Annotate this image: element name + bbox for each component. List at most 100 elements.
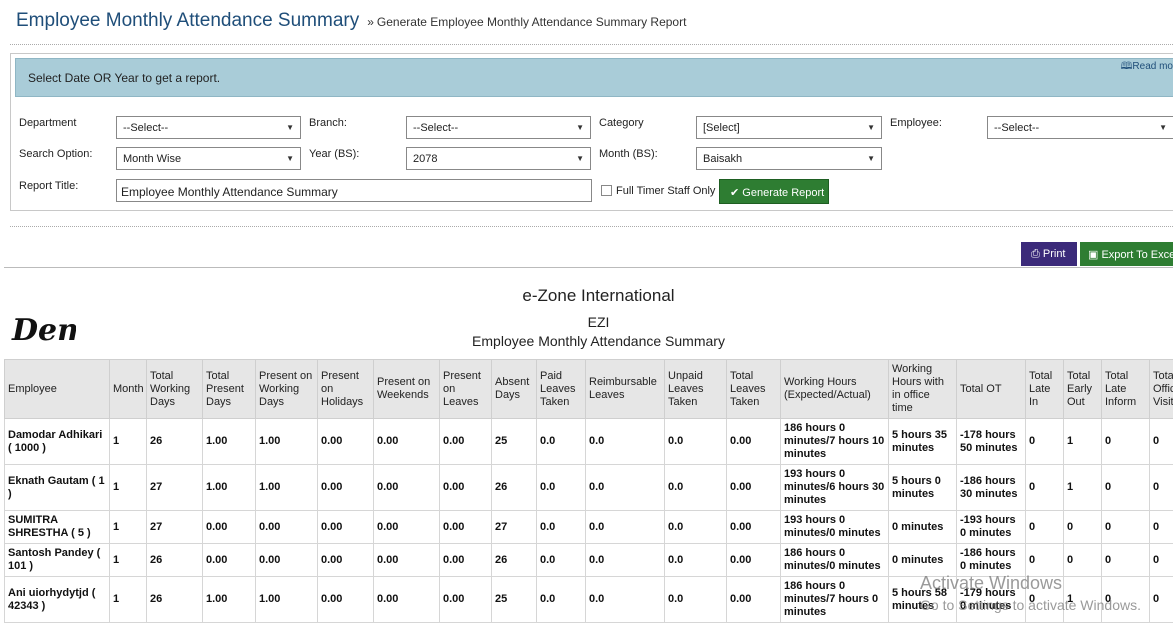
table-cell: 0 xyxy=(1063,510,1102,544)
table-cell: 1.00 xyxy=(202,464,256,511)
table-cell: 0 xyxy=(1101,464,1150,511)
column-header: Unpaid Leaves Taken xyxy=(664,359,727,419)
table-cell: 0.0 xyxy=(664,543,727,577)
table-cell: Eknath Gautam ( 1 ) xyxy=(4,464,110,511)
report-title-input[interactable]: Employee Monthly Attendance Summary xyxy=(116,179,592,202)
year-select[interactable]: 2078 ▼ xyxy=(406,147,591,170)
table-cell: Santosh Pandey ( 101 ) xyxy=(4,543,110,577)
table-cell: 0.00 xyxy=(439,543,492,577)
category-select[interactable]: [Select] ▼ xyxy=(696,116,882,139)
month-select[interactable]: Baisakh ▼ xyxy=(696,147,882,170)
table-header: Employee Month Total Working Days Total … xyxy=(4,359,1173,419)
table-cell: Damodar Adhikari ( 1000 ) xyxy=(4,418,110,465)
table-cell: 26 xyxy=(146,543,203,577)
table-cell: 1 xyxy=(109,543,147,577)
table-cell: 27 xyxy=(146,464,203,511)
employee-label: Employee: xyxy=(890,117,942,129)
column-header: Paid Leaves Taken xyxy=(536,359,586,419)
table-cell: 1 xyxy=(109,576,147,623)
table-cell: 1.00 xyxy=(255,464,318,511)
table-cell: 1.00 xyxy=(202,418,256,465)
page-title: Employee Monthly Attendance Summary xyxy=(16,10,360,31)
table-cell: 0 xyxy=(1025,510,1064,544)
table-cell: 0.00 xyxy=(726,418,781,465)
table-cell: 0.0 xyxy=(536,576,586,623)
chevron-down-icon: ▼ xyxy=(286,123,294,132)
table-cell: 0 xyxy=(1063,543,1102,577)
column-header: Total Late In xyxy=(1025,359,1064,419)
read-more-label: Read mo xyxy=(1132,61,1173,72)
table-row: Eknath Gautam ( 1 ) 1 27 1.00 1.00 0.00 0.00 0.… xyxy=(4,464,1173,511)
table-cell: 186 hours 0 minutes/7 hours 0 minutes xyxy=(780,576,889,623)
read-more-link[interactable]: 🕮Read mo xyxy=(1121,59,1173,76)
column-header: Total Early Out xyxy=(1063,359,1102,419)
table-cell: 0 xyxy=(1149,510,1173,544)
column-header: Total Present Days xyxy=(202,359,256,419)
generate-report-button[interactable]: ✔ Generate Report xyxy=(719,179,829,204)
table-cell: 0.00 xyxy=(726,576,781,623)
column-header: Present on Weekends xyxy=(373,359,440,419)
column-header: Employee xyxy=(4,359,110,419)
table-cell: 0.0 xyxy=(585,418,665,465)
page-header: Employee Monthly Attendance Summary » Ge… xyxy=(16,10,686,36)
table-cell: 0.0 xyxy=(536,464,586,511)
month-value: Baisakh xyxy=(703,153,743,165)
table-cell: -193 hours 0 minutes xyxy=(956,510,1026,544)
table-cell: 0 xyxy=(1025,418,1064,465)
table-cell: 1 xyxy=(1063,464,1102,511)
table-cell: 0.00 xyxy=(373,576,440,623)
table-cell: 0.00 xyxy=(317,510,374,544)
header-row: Employee Month Total Working Days Total … xyxy=(4,359,1173,419)
column-header: Total OT xyxy=(956,359,1026,419)
chevron-down-icon: ▼ xyxy=(867,123,875,132)
divider xyxy=(10,226,1173,227)
table-cell: 0.0 xyxy=(536,418,586,465)
department-select[interactable]: --Select-- ▼ xyxy=(116,116,301,139)
filter-panel: Select Date OR Year to get a report. 🕮Re… xyxy=(10,53,1173,211)
search-option-label: Search Option: xyxy=(19,148,93,160)
table-cell: 0.00 xyxy=(726,464,781,511)
table-cell: 0.0 xyxy=(664,464,727,511)
column-header: Working Hours with in office time xyxy=(888,359,957,419)
column-header: Present on Working Days xyxy=(255,359,318,419)
table-cell: 26 xyxy=(491,464,537,511)
chevron-down-icon: ▼ xyxy=(867,154,875,163)
activate-windows-subtitle: Go to Settings to activate Windows. xyxy=(920,597,1141,613)
table-cell: 0.0 xyxy=(585,543,665,577)
table-cell: 0.00 xyxy=(317,576,374,623)
table-cell: 0.00 xyxy=(726,543,781,577)
info-message: Select Date OR Year to get a report. xyxy=(28,71,221,85)
table-cell: 0.0 xyxy=(664,418,727,465)
breadcrumb[interactable]: Generate Employee Monthly Attendance Sum… xyxy=(377,15,687,29)
table-cell: 0.00 xyxy=(439,464,492,511)
table-cell: 0.00 xyxy=(373,464,440,511)
column-header: Working Hours (Expected/Actual) xyxy=(780,359,889,419)
table-cell: 26 xyxy=(146,418,203,465)
table-cell: 0 xyxy=(1101,543,1150,577)
table-cell: 0.00 xyxy=(439,576,492,623)
table-cell: 0.00 xyxy=(373,543,440,577)
employee-select[interactable]: --Select-- ▼ xyxy=(987,116,1173,139)
full-timer-label: Full Timer Staff Only xyxy=(616,185,716,197)
chevron-down-icon: ▼ xyxy=(1159,123,1167,132)
export-excel-button[interactable]: ▣ Export To Excel xyxy=(1080,242,1173,266)
table-cell: 1.00 xyxy=(202,576,256,623)
company-code: EZI xyxy=(587,314,610,330)
table-row: SUMITRA SHRESTHA ( 5 ) 1 27 0.00 0.00 0.00 0.0… xyxy=(4,510,1173,544)
print-button[interactable]: ⎙ Print xyxy=(1021,242,1077,266)
table-cell: 1 xyxy=(109,464,147,511)
table-cell: 0 xyxy=(1101,510,1150,544)
report-title-label: Report Title: xyxy=(19,180,79,192)
report-title: Employee Monthly Attendance Summary xyxy=(472,333,725,349)
table-cell: 5 hours 0 minutes xyxy=(888,464,957,511)
search-option-value: Month Wise xyxy=(123,153,182,165)
printer-icon: ⎙ xyxy=(1031,248,1040,260)
table-cell: SUMITRA SHRESTHA ( 5 ) xyxy=(4,510,110,544)
table-cell: 0.00 xyxy=(726,510,781,544)
branch-select[interactable]: --Select-- ▼ xyxy=(406,116,591,139)
chevron-down-icon: ▼ xyxy=(286,154,294,163)
column-header: Present on Leaves xyxy=(439,359,492,419)
table-cell: -178 hours 50 minutes xyxy=(956,418,1026,465)
full-timer-checkbox[interactable] xyxy=(601,185,612,196)
search-option-select[interactable]: Month Wise ▼ xyxy=(116,147,301,170)
